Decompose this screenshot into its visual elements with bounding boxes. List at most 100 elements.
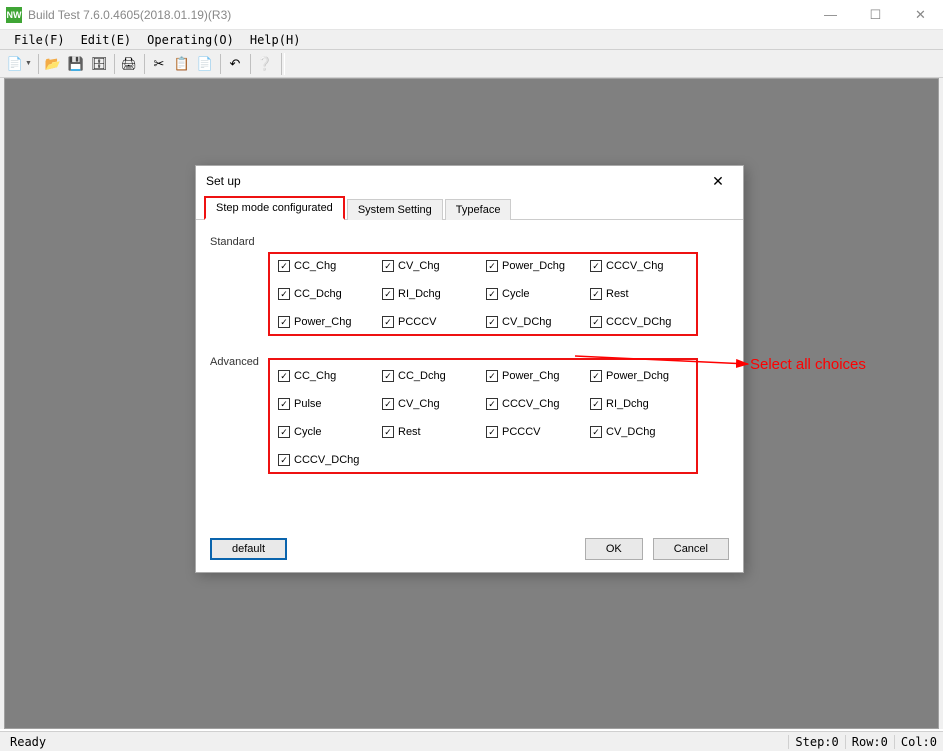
- checkbox-label: CC_Chg: [294, 260, 336, 272]
- checkbox-box-icon: ✓: [382, 370, 394, 382]
- print-icon[interactable]: 🖨: [118, 53, 140, 75]
- undo-icon[interactable]: ↶: [224, 53, 246, 75]
- advanced-checkbox-cccv_dchg[interactable]: ✓ CCCV_DChg: [278, 454, 376, 466]
- standard-checkbox-ri_dchg[interactable]: ✓RI_Dchg: [382, 288, 480, 300]
- new-dropdown-icon[interactable]: ▼: [25, 60, 32, 67]
- checkbox-box-icon: ✓: [278, 426, 290, 438]
- dialog-titlebar: Set up ✕: [196, 166, 743, 196]
- advanced-checkbox-power_dchg[interactable]: ✓Power_Dchg: [590, 370, 688, 382]
- standard-group-highlight: ✓CC_Chg✓CV_Chg✓Power_Dchg✓CCCV_Chg✓CC_Dc…: [268, 252, 698, 336]
- help-icon[interactable]: ❔: [254, 53, 276, 75]
- advanced-checkbox-cc_dchg[interactable]: ✓ CC_Dchg: [382, 370, 480, 382]
- tab-typeface[interactable]: Typeface: [445, 199, 512, 220]
- standard-section-label: Standard: [210, 236, 729, 248]
- setup-dialog: Set up ✕ Step mode configurated System S…: [195, 165, 744, 573]
- checkbox-label: RI_Dchg: [606, 398, 649, 410]
- checkbox-box-icon: ✓: [382, 260, 394, 272]
- app-icon: NW: [6, 7, 22, 23]
- checkbox-label: Power_Chg: [502, 370, 559, 382]
- dialog-close-icon[interactable]: ✕: [703, 173, 733, 190]
- standard-checkbox-pcccv[interactable]: ✓ PCCCV: [382, 316, 480, 328]
- checkbox-box-icon: ✓: [590, 288, 602, 300]
- advanced-checkbox-pulse[interactable]: ✓Pulse: [278, 398, 376, 410]
- close-button[interactable]: ✕: [898, 0, 943, 30]
- checkbox-label: CV_DChg: [502, 316, 552, 328]
- standard-checkbox-power_chg[interactable]: ✓ Power_Chg: [278, 316, 376, 328]
- paste-icon[interactable]: 📄: [194, 53, 216, 75]
- maximize-button[interactable]: ☐: [853, 0, 898, 30]
- menu-operating[interactable]: Operating(O): [139, 31, 242, 49]
- toolbar-separator: [220, 54, 221, 74]
- tab-system-setting[interactable]: System Setting: [347, 199, 443, 220]
- checkbox-label: PCCCV: [502, 426, 541, 438]
- standard-checkbox-cycle[interactable]: ✓Cycle: [486, 288, 584, 300]
- checkbox-box-icon: ✓: [486, 370, 498, 382]
- standard-checkbox-cc_chg[interactable]: ✓CC_Chg: [278, 260, 376, 272]
- advanced-checkbox-cc_chg[interactable]: ✓CC_Chg: [278, 370, 376, 382]
- copy-icon[interactable]: 📋: [171, 53, 193, 75]
- tab-step-mode[interactable]: Step mode configurated: [204, 196, 345, 220]
- menu-file[interactable]: File(F): [6, 31, 73, 49]
- menu-edit[interactable]: Edit(E): [73, 31, 140, 49]
- checkbox-box-icon: ✓: [486, 260, 498, 272]
- standard-checkbox-cv_dchg[interactable]: ✓ CV_DChg: [486, 316, 584, 328]
- default-button[interactable]: default: [210, 538, 287, 560]
- toolbar-separator: [114, 54, 115, 74]
- advanced-checkbox-cv_chg[interactable]: ✓CV_Chg: [382, 398, 480, 410]
- advanced-checkbox-cycle[interactable]: ✓ Cycle: [278, 426, 376, 438]
- checkbox-box-icon: ✓: [278, 316, 290, 328]
- standard-checkbox-grid: ✓CC_Chg✓CV_Chg✓Power_Dchg✓CCCV_Chg✓CC_Dc…: [278, 260, 688, 328]
- standard-checkbox-cccv_chg[interactable]: ✓CCCV_Chg: [590, 260, 688, 272]
- standard-checkbox-power_dchg[interactable]: ✓Power_Dchg: [486, 260, 584, 272]
- checkbox-box-icon: ✓: [590, 370, 602, 382]
- menu-help[interactable]: Help(H): [242, 31, 309, 49]
- standard-checkbox-cccv_dchg[interactable]: ✓CCCV_DChg: [590, 316, 688, 328]
- checkbox-box-icon: ✓: [590, 426, 602, 438]
- checkbox-label: Cycle: [294, 426, 322, 438]
- annotation-text: Select all choices: [750, 356, 866, 373]
- checkbox-label: Rest: [606, 288, 629, 300]
- checkbox-box-icon: ✓: [382, 316, 394, 328]
- new-file-icon[interactable]: 📄: [4, 53, 26, 75]
- checkbox-box-icon: ✓: [382, 288, 394, 300]
- standard-checkbox-cc_dchg[interactable]: ✓CC_Dchg: [278, 288, 376, 300]
- checkbox-label: PCCCV: [398, 316, 437, 328]
- toolbar-separator: [144, 54, 145, 74]
- status-step: Step:0: [788, 735, 844, 749]
- advanced-checkbox-rest[interactable]: ✓Rest: [382, 426, 480, 438]
- advanced-checkbox-cccv_chg[interactable]: ✓CCCV_Chg: [486, 398, 584, 410]
- checkbox-box-icon: ✓: [278, 398, 290, 410]
- checkbox-label: CCCV_DChg: [606, 316, 671, 328]
- checkbox-label: CV_Chg: [398, 260, 440, 272]
- save-icon[interactable]: 💾: [65, 53, 87, 75]
- advanced-checkbox-power_chg[interactable]: ✓ Power_Chg: [486, 370, 584, 382]
- dialog-title: Set up: [206, 174, 241, 188]
- save-all-icon[interactable]: 🗄: [88, 53, 110, 75]
- checkbox-box-icon: ✓: [486, 398, 498, 410]
- advanced-checkbox-ri_dchg[interactable]: ✓ RI_Dchg: [590, 398, 688, 410]
- ok-button[interactable]: OK: [585, 538, 643, 560]
- cancel-button[interactable]: Cancel: [653, 538, 729, 560]
- advanced-checkbox-cv_dchg[interactable]: ✓CV_DChg: [590, 426, 688, 438]
- checkbox-label: CC_Chg: [294, 370, 336, 382]
- checkbox-box-icon: ✓: [486, 316, 498, 328]
- status-col: Col:0: [894, 735, 943, 749]
- standard-checkbox-cv_chg[interactable]: ✓ CV_Chg: [382, 260, 480, 272]
- advanced-checkbox-grid: ✓CC_Chg✓CC_Dchg✓Power_Chg✓Power_Dchg✓Pul…: [278, 370, 688, 466]
- checkbox-label: CC_Dchg: [398, 370, 446, 382]
- open-file-icon[interactable]: 📂: [42, 53, 64, 75]
- checkbox-label: Power_Chg: [294, 316, 351, 328]
- menubar: File(F) Edit(E) Operating(O) Help(H): [0, 30, 943, 50]
- standard-checkbox-rest[interactable]: ✓ Rest: [590, 288, 688, 300]
- minimize-button[interactable]: —: [808, 0, 853, 30]
- checkbox-label: CCCV_DChg: [294, 454, 359, 466]
- cut-icon[interactable]: ✂: [148, 53, 170, 75]
- checkbox-box-icon: ✓: [278, 454, 290, 466]
- checkbox-box-icon: ✓: [486, 426, 498, 438]
- toolbar-separator: [250, 54, 251, 74]
- toolbar-grip: [281, 53, 285, 75]
- window-title: Build Test 7.6.0.4605(2018.01.19)(R3): [28, 8, 231, 22]
- window-controls: — ☐ ✕: [808, 0, 943, 30]
- advanced-checkbox-pcccv[interactable]: ✓ PCCCV: [486, 426, 584, 438]
- checkbox-box-icon: ✓: [590, 398, 602, 410]
